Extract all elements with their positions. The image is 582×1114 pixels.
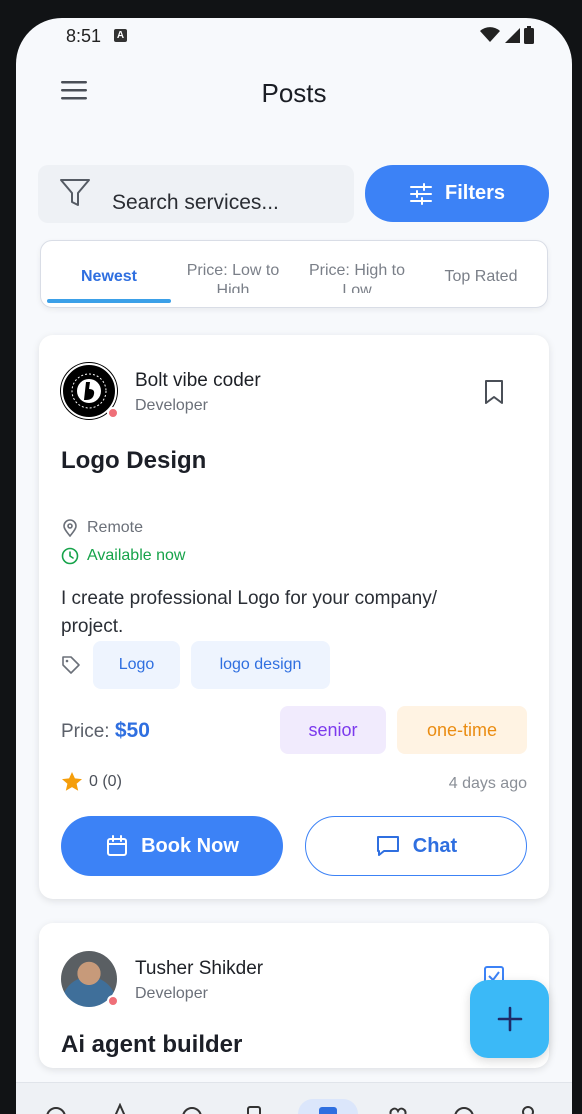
status-icons (480, 26, 534, 44)
post-description: I create professional Logo for your comp… (61, 588, 437, 637)
filters-button[interactable]: Filters (365, 165, 549, 222)
sliders-icon (409, 182, 432, 205)
post-title: Logo Design (61, 447, 207, 474)
active-tab-indicator (47, 299, 171, 303)
bottom-navigation (16, 1082, 572, 1114)
favorites-icon[interactable] (386, 1103, 410, 1114)
battery-icon (524, 26, 534, 44)
sort-tabs: Newest Price: Low to High Price: High to… (40, 240, 548, 308)
location-row: Remote (61, 519, 143, 537)
poster-role: Developer (135, 985, 208, 1002)
star-icon (62, 772, 82, 791)
filters-label: Filters (444, 182, 506, 204)
price-row: Price: $50 (61, 719, 150, 743)
tab-price-low-high[interactable]: Price: Low to High (171, 241, 295, 307)
price-label: Price: (61, 721, 110, 742)
poster-name[interactable]: Bolt vibe coder (135, 370, 261, 392)
chat-label: Chat (412, 834, 458, 857)
chat-bubble-icon (376, 836, 399, 856)
post-title: Ai agent builder (61, 1031, 243, 1058)
add-post-button[interactable] (470, 980, 549, 1058)
online-status-dot (107, 407, 119, 419)
tab-price-high-low[interactable]: Price: High to Low (295, 241, 419, 307)
tab-top-rated[interactable]: Top Rated (419, 241, 543, 307)
poster-role: Developer (135, 397, 208, 414)
book-now-label: Book Now (141, 834, 239, 857)
location-text: Remote (87, 519, 144, 536)
profile-icon[interactable] (516, 1103, 540, 1114)
plus-icon (497, 1006, 522, 1032)
rating: 0 (0) (61, 771, 122, 792)
funnel-icon (60, 179, 90, 206)
location-pin-icon (63, 519, 77, 537)
help-icon[interactable] (452, 1103, 476, 1114)
app-screen: 8:51 A Posts Search services... Filters … (16, 18, 572, 1114)
post-card[interactable]: Bolt vibe coder Developer Logo Design Re… (39, 335, 549, 899)
book-now-button[interactable]: Book Now (61, 816, 283, 876)
messages-icon[interactable] (180, 1103, 204, 1114)
tab-newest[interactable]: Newest (47, 241, 171, 307)
posted-time: 4 days ago (448, 775, 527, 792)
signal-icon (505, 28, 520, 43)
tag-chip[interactable]: Logo (93, 641, 180, 689)
payment-type-badge: one-time (397, 706, 527, 754)
online-status-dot (107, 995, 119, 1007)
level-badge: senior (280, 706, 386, 754)
page-title: Posts (261, 78, 327, 108)
explore-icon[interactable] (108, 1103, 132, 1114)
calendar-icon (107, 835, 128, 856)
notification-icon: A (114, 29, 127, 42)
wifi-icon (480, 27, 500, 42)
app-header: Posts (16, 68, 572, 118)
rating-text: 0 (0) (89, 772, 122, 790)
posts-icon[interactable] (316, 1103, 340, 1114)
status-bar: 8:51 A (16, 18, 572, 54)
search-input[interactable]: Search services... (38, 165, 354, 223)
clock-icon (61, 547, 79, 565)
search-placeholder: Search services... (112, 191, 279, 214)
bookmark-icon[interactable] (483, 379, 505, 405)
orders-icon[interactable] (242, 1103, 266, 1114)
status-time: 8:51 (66, 26, 102, 46)
poster-name[interactable]: Tusher Shikder (135, 958, 263, 980)
price-value: $50 (114, 719, 150, 742)
availability-row: Available now (61, 547, 185, 565)
tag-chip[interactable]: logo design (191, 641, 330, 689)
chat-button[interactable]: Chat (305, 816, 527, 876)
home-icon[interactable] (44, 1103, 68, 1114)
tag-icon (62, 656, 80, 674)
availability-text: Available now (87, 547, 186, 564)
